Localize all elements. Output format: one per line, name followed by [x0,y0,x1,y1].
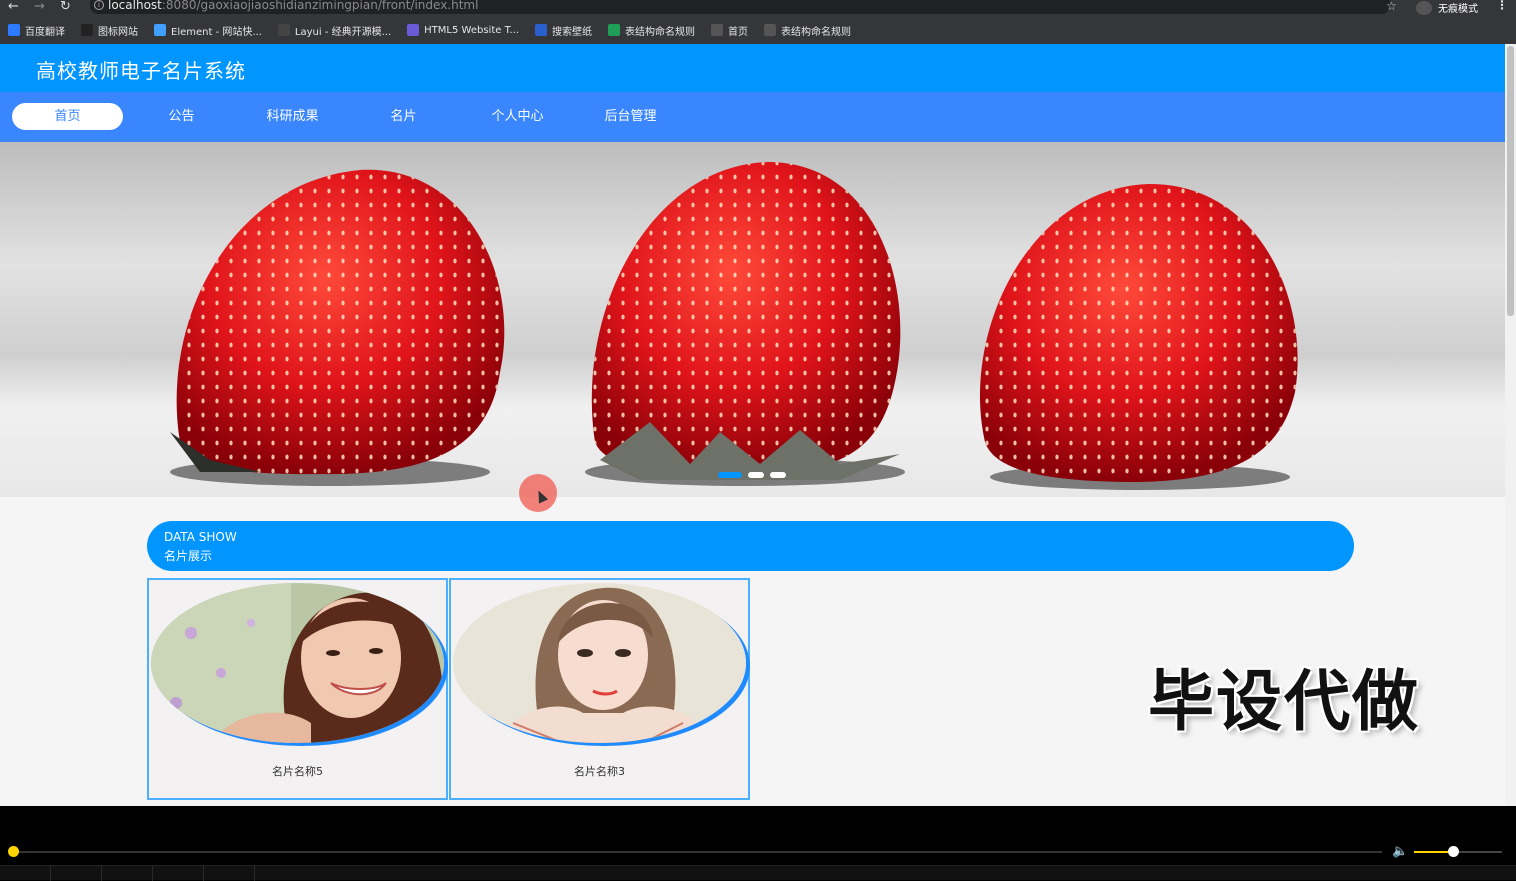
seek-knob[interactable] [8,846,19,857]
bookmark-item[interactable]: Element - 网站快... [154,23,262,38]
card-item[interactable]: 名片名称3 [449,578,750,800]
carousel-indicators [718,472,786,478]
volume-knob[interactable] [1448,846,1459,857]
bookmark-label: HTML5 Website T... [424,24,520,36]
bookmark-label: 首页 [728,26,749,38]
player-tab[interactable] [153,866,204,881]
bookmark-label: 图标网站 [98,26,138,38]
info-icon[interactable]: i [94,0,104,10]
page: 高校教师电子名片系统 首页 公告 科研成果 名片 个人中心 后台管理 DATA … [0,44,1505,806]
bookmark-item[interactable]: 表结构命名规则 [764,23,851,38]
card-name[interactable]: 名片名称5 [149,763,446,779]
url-host: localhost [108,0,162,12]
browser-toolbar: ← → ↻ i localhost:8080/gaoxiaojiaoshidia… [0,0,1516,16]
flag-icon [81,24,93,36]
url-path: :8080/gaoxiaojiaoshidianzimingpian/front… [161,0,479,12]
player-tab[interactable] [51,866,102,881]
nav-item-research[interactable]: 科研成果 [237,103,348,130]
wallpaper-icon [535,24,548,36]
card-item[interactable]: 名片名称5 [147,578,448,800]
layui-icon [277,24,290,36]
player-tab[interactable] [0,866,51,881]
scrollbar-thumb[interactable] [1507,46,1514,316]
incognito-icon [1416,0,1432,15]
carousel-banner[interactable] [0,142,1505,497]
globe-icon [764,24,777,36]
reload-icon[interactable]: ↻ [60,0,71,14]
bookmark-item[interactable]: HTML5 Website T... [407,24,519,36]
card-photo [151,583,444,743]
site-title: 高校教师电子名片系统 [36,59,246,83]
bookmark-label: 搜索壁纸 [552,26,593,38]
nav-item-profile[interactable]: 个人中心 [462,103,573,130]
bookmarks-bar: 百度翻译 图标网站 Element - 网站快... Layui - 经典开源模...… [0,16,1516,44]
incognito-indicator[interactable]: 无痕模式 [1416,0,1478,15]
nav-item-admin[interactable]: 后台管理 [575,103,686,130]
browser-menu-icon[interactable]: ⋮ [1496,0,1508,12]
volume-icon[interactable]: 🔈 [1392,844,1408,859]
site-header: 高校教师电子名片系统 [0,44,1505,92]
bookmark-star-icon[interactable]: ☆ [1386,0,1397,13]
bookmark-label: 表结构命名规则 [625,26,696,38]
player-tab[interactable] [102,866,153,881]
bookmark-item[interactable]: Layui - 经典开源模... [277,23,392,38]
bookmark-label: Element - 网站快... [171,26,262,38]
globe-icon [711,24,724,36]
nav-item-cards[interactable]: 名片 [348,103,459,130]
bookmark-item[interactable]: 首页 [711,23,748,38]
carousel-dot[interactable] [770,472,786,478]
nav-item-home[interactable]: 首页 [12,103,123,130]
section-title-cn: 名片展示 [164,549,213,563]
carousel-dot[interactable] [748,472,764,478]
bookmark-item[interactable]: 搜索壁纸 [535,23,592,38]
bookmark-item[interactable]: 百度翻译 [8,23,65,38]
back-icon[interactable]: ← [8,0,19,14]
sheet-icon [608,24,621,36]
watermark-text: 毕设代做 [1148,663,1420,740]
bookmark-item[interactable]: 图标网站 [81,23,138,38]
bookmark-item[interactable]: 表结构命名规则 [608,23,695,38]
address-bar[interactable]: i localhost:8080/gaoxiaojiaoshidianzimin… [90,0,1390,14]
card-name[interactable]: 名片名称3 [451,763,748,779]
section-title-en: DATA SHOW [164,530,237,544]
player-tabs [0,865,1516,881]
html5-icon [407,24,420,36]
incognito-label: 无痕模式 [1438,4,1478,15]
player-tab[interactable] [204,866,255,881]
forward-icon[interactable]: → [34,0,45,14]
card-photo [453,583,746,743]
nav-item-notice[interactable]: 公告 [126,103,237,130]
page-scrollbar[interactable] [1505,44,1516,806]
bookmark-label: 表结构命名规则 [781,26,852,38]
seek-bar[interactable] [10,851,1382,853]
volume-fill [1414,851,1450,853]
bookmark-label: 百度翻译 [25,26,65,38]
element-icon [154,24,166,36]
main-nav: 首页 公告 科研成果 名片 个人中心 后台管理 [0,92,1505,142]
section-header: DATA SHOW 名片展示 [147,521,1354,571]
video-player-bar: 🔈 [0,806,1516,881]
strawberries-image [170,162,1298,490]
translate-icon [8,24,20,36]
bookmark-label: Layui - 经典开源模... [294,26,392,38]
carousel-dot[interactable] [718,472,742,478]
